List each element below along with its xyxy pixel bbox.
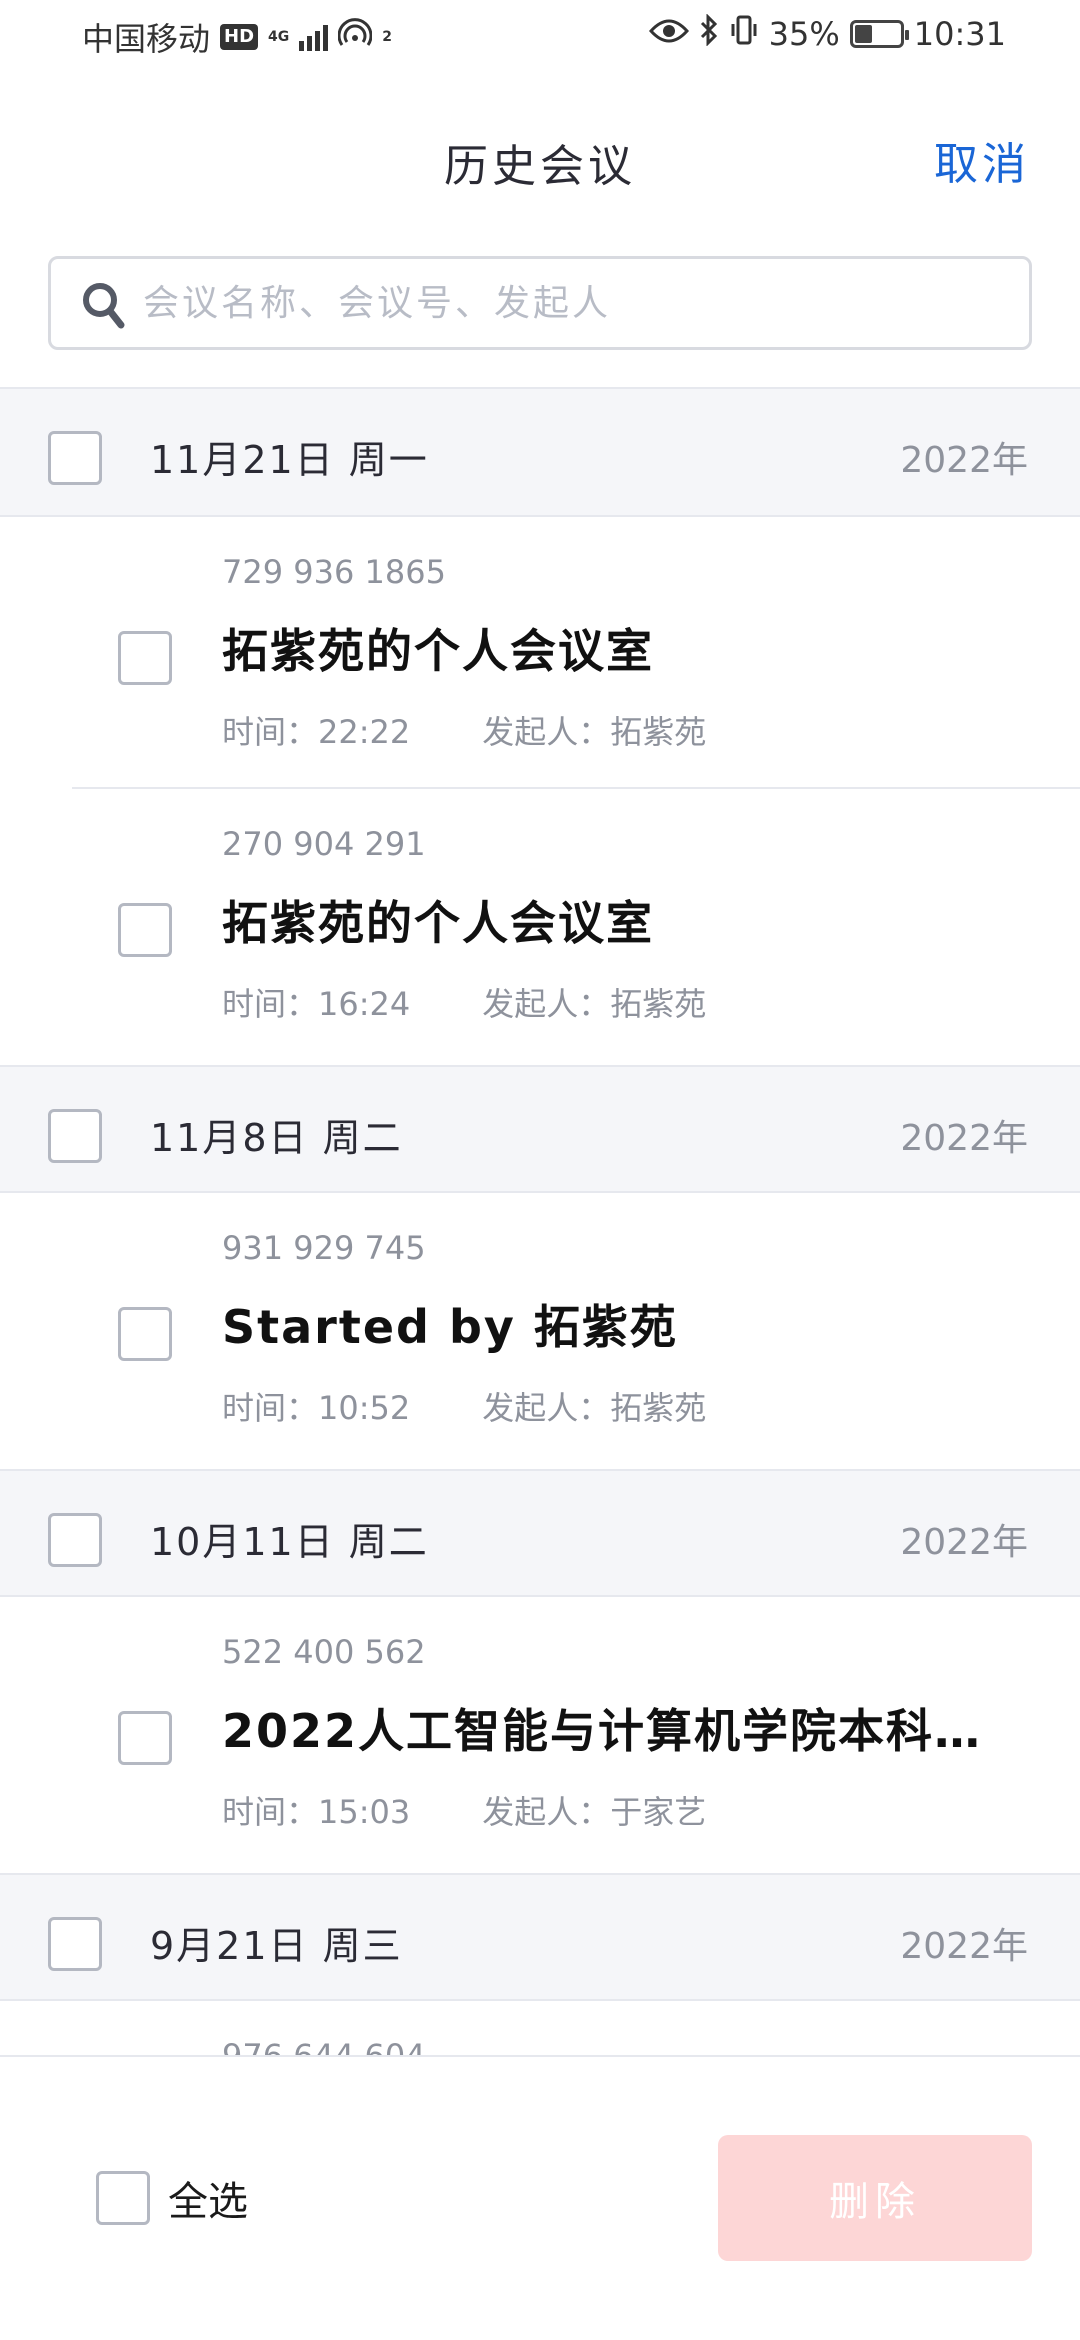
hotspot-icon	[337, 18, 373, 56]
date-group-checkbox[interactable]	[48, 1513, 102, 1567]
meeting-host: 发起人：拓紫苑	[482, 985, 707, 1023]
signal-bars-icon	[299, 23, 329, 51]
meeting-item[interactable]: 522 400 562 2022人工智能与计算机学院本科生… 时间：15:03 …	[0, 1597, 1080, 1873]
select-all-label: 全选	[168, 2179, 248, 2225]
meeting-id: 270 904 291	[222, 825, 426, 863]
date-group-checkbox[interactable]	[48, 1109, 102, 1163]
meeting-item[interactable]: 931 929 745 Started by 拓紫苑 时间：10:52 发起人：…	[0, 1193, 1080, 1469]
hd-icon: HD	[220, 24, 259, 50]
meeting-time: 时间：10:52	[222, 1389, 411, 1427]
meeting-checkbox[interactable]	[118, 1307, 172, 1361]
meeting-id: 522 400 562	[222, 1633, 426, 1671]
date-label: 11月8日 周二	[150, 1116, 403, 1160]
date-header: 11月8日 周二 2022年	[0, 1065, 1080, 1193]
header: 历史会议 取消	[0, 100, 1080, 220]
cancel-button[interactable]: 取消	[934, 128, 1030, 192]
date-label: 11月21日 周一	[150, 438, 429, 482]
meeting-id: 976 644 604	[222, 2037, 426, 2055]
meeting-title: 拓紫苑的个人会议室	[222, 624, 654, 678]
battery-icon	[849, 20, 909, 48]
meeting-title: Started by 拓紫苑	[222, 1300, 678, 1354]
date-label: 10月11日 周二	[150, 1520, 429, 1564]
carrier-name: 中国移动	[82, 20, 211, 58]
meeting-title: 拓紫苑的个人会议室	[222, 896, 654, 950]
meeting-meta: 时间：15:03 发起人：于家艺	[222, 1787, 706, 1833]
meeting-time: 时间：15:03	[222, 1793, 411, 1831]
bluetooth-icon	[699, 13, 719, 54]
meeting-item[interactable]: 729 936 1865 拓紫苑的个人会议室 时间：22:22 发起人：拓紫苑	[0, 517, 1080, 789]
meeting-meta: 时间：10:52 发起人：拓紫苑	[222, 1383, 706, 1429]
year-label: 2022年	[900, 1522, 1028, 1563]
search-icon	[81, 281, 125, 329]
meeting-checkbox[interactable]	[118, 903, 172, 957]
meeting-meta: 时间：22:22 发起人：拓紫苑	[222, 707, 706, 753]
meeting-time: 时间：16:24	[222, 985, 411, 1023]
bottom-action-bar: 全选 删除	[0, 2055, 1080, 2340]
date-header: 10月11日 周二 2022年	[0, 1469, 1080, 1597]
meeting-host: 发起人：拓紫苑	[482, 1389, 707, 1427]
meeting-checkbox[interactable]	[118, 1711, 172, 1765]
select-all-toggle[interactable]: 全选	[96, 2169, 248, 2227]
meeting-checkbox[interactable]	[118, 631, 172, 685]
clock-time: 10:31	[913, 15, 1006, 53]
eye-icon	[648, 15, 689, 53]
network-type: 4G	[268, 29, 290, 45]
search-box[interactable]	[48, 256, 1032, 350]
meeting-host: 发起人：于家艺	[482, 1793, 707, 1831]
battery-level	[854, 25, 872, 43]
date-header: 9月21日 周三 2022年	[0, 1873, 1080, 2001]
select-all-checkbox[interactable]	[96, 2171, 150, 2225]
meeting-host: 发起人：拓紫苑	[482, 713, 707, 751]
date-group-checkbox[interactable]	[48, 1917, 102, 1971]
date-label: 9月21日 周三	[150, 1924, 403, 1968]
delete-button[interactable]: 删除	[718, 2135, 1032, 2261]
meeting-time: 时间：22:22	[222, 713, 411, 751]
battery-percent: 35%	[768, 15, 840, 53]
status-left: 中国移动 HD 4G 2	[82, 14, 392, 60]
date-group-checkbox[interactable]	[48, 431, 102, 485]
meeting-list[interactable]: 11月21日 周一 2022年 729 936 1865 拓紫苑的个人会议室 时…	[0, 387, 1080, 2055]
date-header: 11月21日 周一 2022年	[0, 389, 1080, 517]
page-title: 历史会议	[444, 141, 636, 192]
status-bar: 中国移动 HD 4G 2 35% 10:31	[0, 0, 1080, 72]
year-label: 2022年	[900, 440, 1028, 481]
status-right: 35% 10:31	[648, 13, 1006, 54]
meeting-meta: 时间：16:24 发起人：拓紫苑	[222, 979, 706, 1025]
meeting-id: 931 929 745	[222, 1229, 426, 1267]
meeting-title: 2022人工智能与计算机学院本科生…	[222, 1704, 1012, 1758]
year-label: 2022年	[900, 1926, 1028, 1967]
search-input[interactable]	[143, 259, 1003, 347]
meeting-id: 729 936 1865	[222, 553, 446, 591]
year-label: 2022年	[900, 1118, 1028, 1159]
vibrate-icon	[729, 14, 759, 54]
hotspot-count: 2	[382, 29, 393, 45]
meeting-item[interactable]: 270 904 291 拓紫苑的个人会议室 时间：16:24 发起人：拓紫苑	[0, 789, 1080, 1065]
meeting-item[interactable]: 976 644 604	[0, 2001, 1080, 2055]
